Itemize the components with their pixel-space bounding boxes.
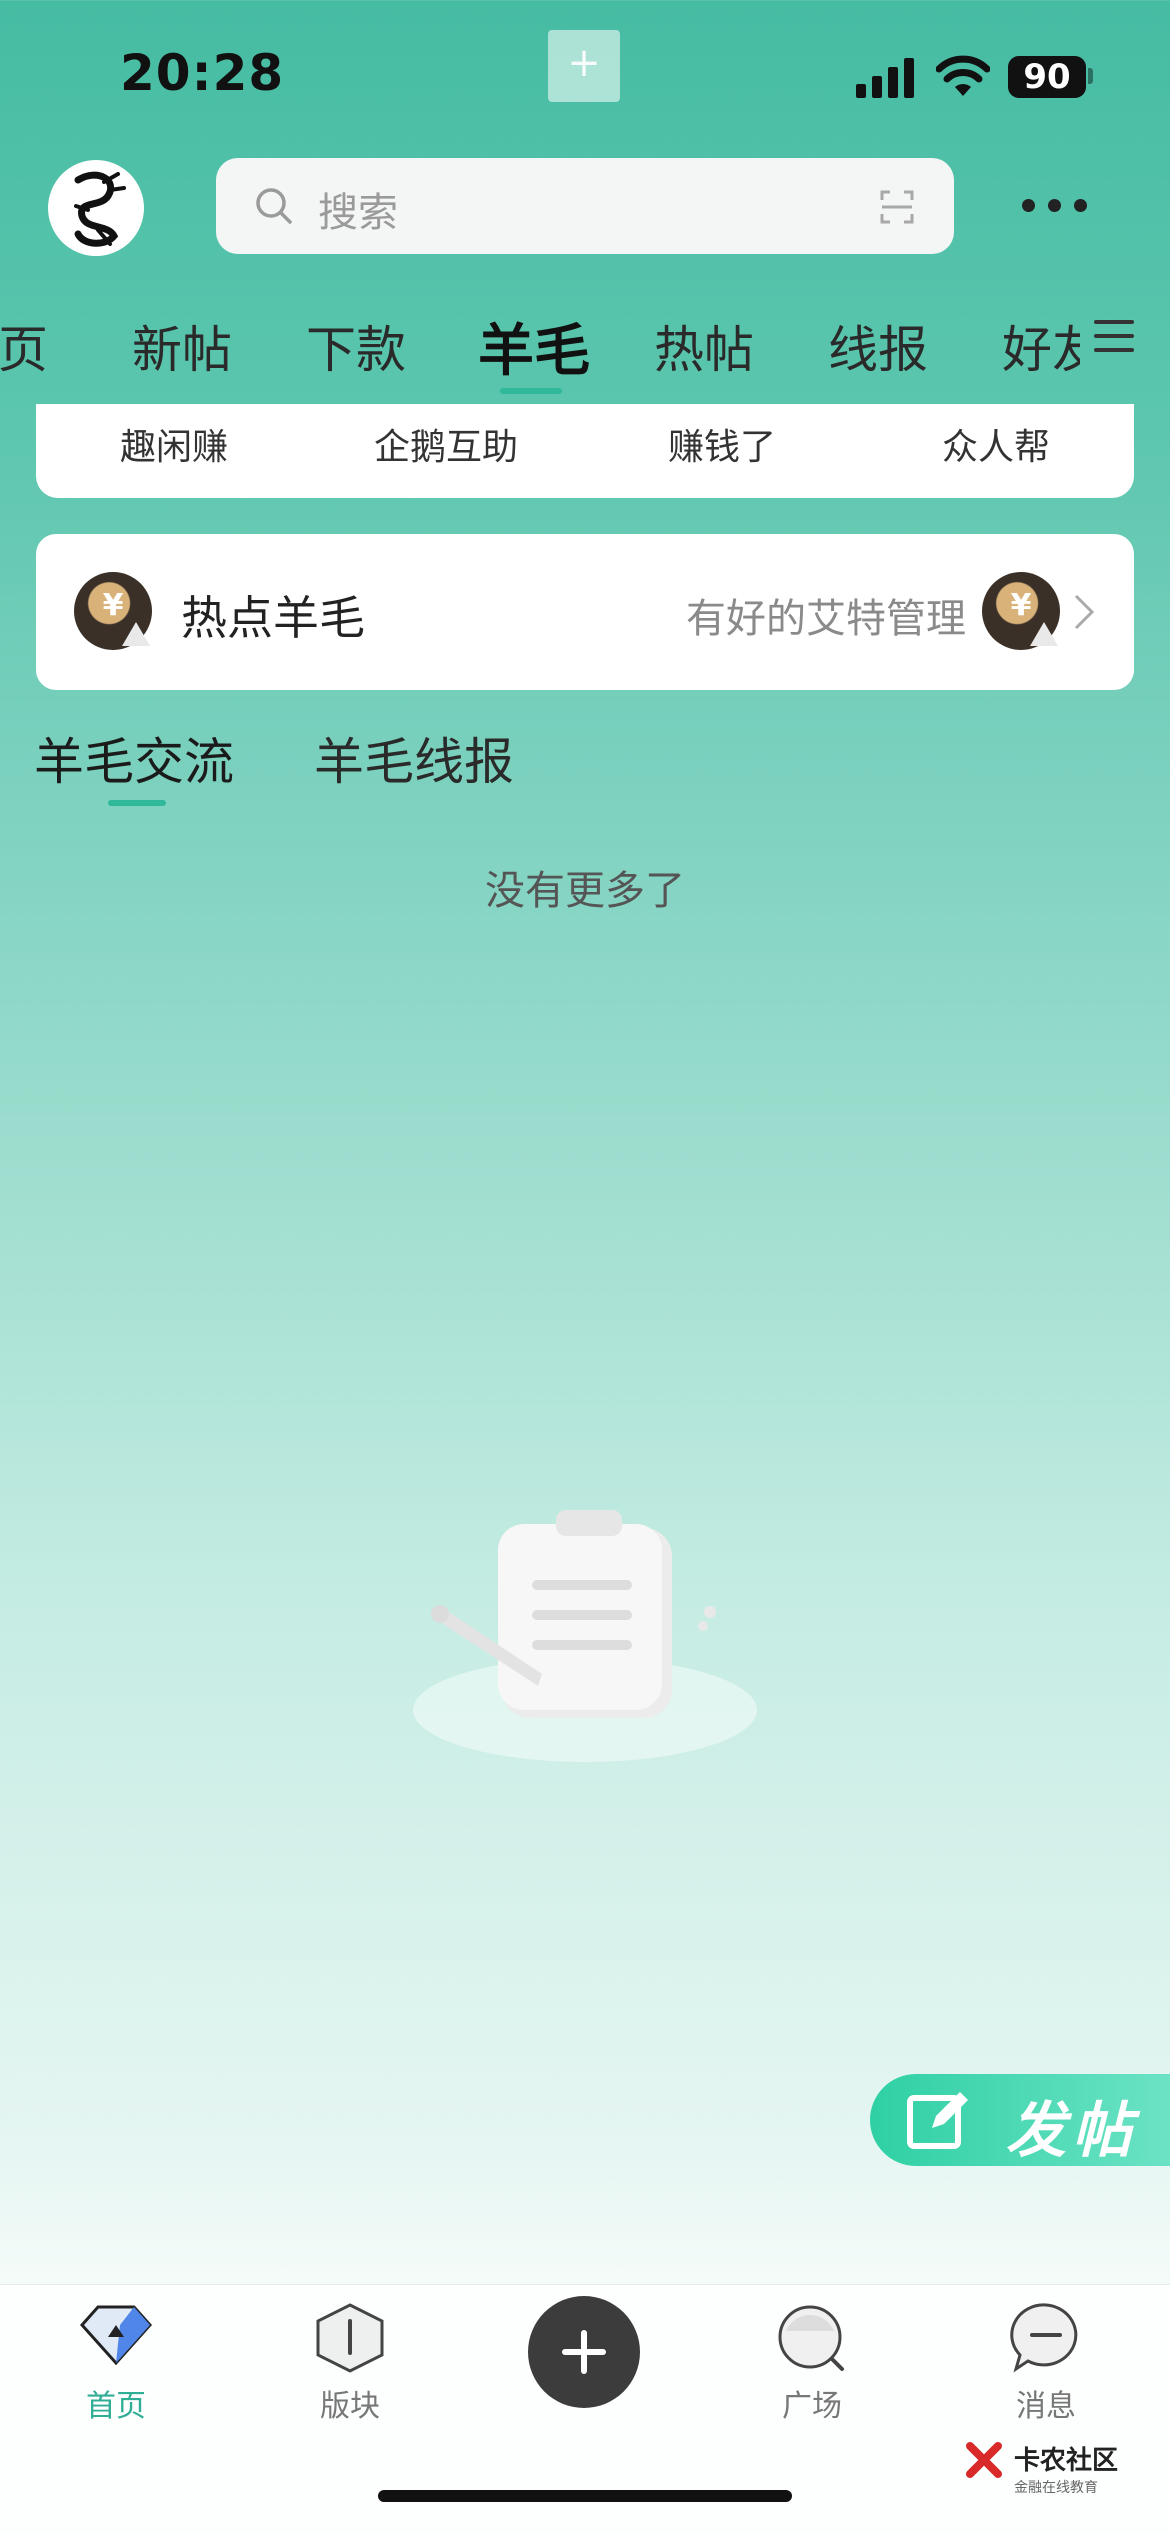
new-post-button[interactable]: 发帖 [870, 2074, 1170, 2166]
avatar[interactable] [48, 160, 144, 256]
dragon-avatar-icon [74, 171, 126, 247]
nav-sections[interactable]: 版块 [260, 2301, 440, 2425]
nav-square[interactable]: 广场 [722, 2301, 902, 2425]
more-options-button[interactable] [1016, 180, 1096, 230]
cellular-signal-icon [856, 58, 914, 98]
square-search-icon [778, 2305, 844, 2371]
admin-coin-icon: ¥ [982, 572, 1060, 650]
quick-links-card: 趣闲赚 企鹅互助 赚钱了 众人帮 [36, 404, 1134, 498]
quick-link-qxz[interactable]: 趣闲赚 [120, 418, 228, 470]
watermark-logo-icon [966, 2442, 1002, 2478]
tab-news[interactable]: 线报 [828, 310, 928, 382]
home-indicator[interactable] [378, 2490, 792, 2502]
home-diamond-icon [79, 2305, 153, 2366]
hot-wool-card[interactable]: ¥ 热点羊毛 有好的艾特管理 ¥ [36, 534, 1134, 690]
more-dot [1074, 199, 1087, 212]
active-tab-indicator [500, 388, 562, 394]
scan-icon[interactable] [880, 190, 914, 224]
quick-link-penguin[interactable]: 企鹅互助 [374, 418, 518, 470]
tab-hot-posts[interactable]: 热帖 [654, 310, 754, 382]
wifi-icon [936, 55, 990, 96]
nav-home[interactable]: 首页 [26, 2301, 206, 2425]
tab-new-posts[interactable]: 新帖 [132, 310, 232, 382]
battery-indicator: 90 [1008, 56, 1086, 98]
more-dot [1048, 199, 1061, 212]
watermark-subtitle: 金融在线教育 [1014, 2480, 1098, 2496]
nav-messages[interactable]: 消息 [956, 2301, 1136, 2425]
nav-sections-label: 版块 [320, 2389, 380, 2424]
more-dot [1022, 199, 1035, 212]
nav-square-label: 广场 [782, 2389, 842, 2424]
battery-cap [1088, 68, 1093, 84]
tab-home[interactable]: 首页 [0, 310, 48, 382]
category-tabs: 首页 新帖 下款 羊毛 热帖 线报 好友 [0, 300, 1080, 390]
feed-end-text: 没有更多了 [485, 868, 685, 914]
message-bubble-icon [1010, 2303, 1078, 2373]
status-time: 20:28 [120, 44, 285, 102]
nav-messages-label: 消息 [1016, 2389, 1076, 2424]
quick-link-zrb[interactable]: 众人帮 [942, 418, 1050, 470]
hot-card-admin-note: 有好的艾特管理 [686, 596, 966, 642]
new-post-label: 发帖 [1006, 2096, 1138, 2166]
nav-home-label: 首页 [86, 2389, 146, 2424]
search-placeholder: 搜索 [318, 190, 398, 236]
tab-loans[interactable]: 下款 [306, 310, 406, 382]
watermark: 卡农社区 金融在线教育 [966, 2440, 1119, 2497]
status-bar-center-indicator [548, 30, 620, 102]
tab-wool[interactable]: 羊毛 [478, 306, 590, 387]
watermark-title: 卡农社区 [1014, 2446, 1119, 2476]
empty-clipboard-illustration [413, 1510, 757, 1762]
subtab-wool-news[interactable]: 羊毛线报 [314, 722, 514, 794]
active-subtab-indicator [108, 800, 166, 806]
quick-link-earn[interactable]: 赚钱了 [668, 418, 776, 470]
create-plus-button[interactable] [528, 2296, 640, 2408]
search-input[interactable]: 搜索 [216, 158, 954, 254]
tab-friends[interactable]: 好友 [1002, 310, 1080, 382]
edit-icon [907, 2092, 968, 2149]
chevron-right-icon [1074, 594, 1095, 630]
coin-icon: ¥ [74, 572, 152, 650]
subtab-wool-chat[interactable]: 羊毛交流 [34, 722, 234, 794]
menu-icon[interactable] [1092, 316, 1136, 356]
sections-hexagon-icon [316, 2303, 384, 2373]
hot-card-title: 热点羊毛 [181, 591, 365, 645]
search-icon [256, 188, 292, 224]
